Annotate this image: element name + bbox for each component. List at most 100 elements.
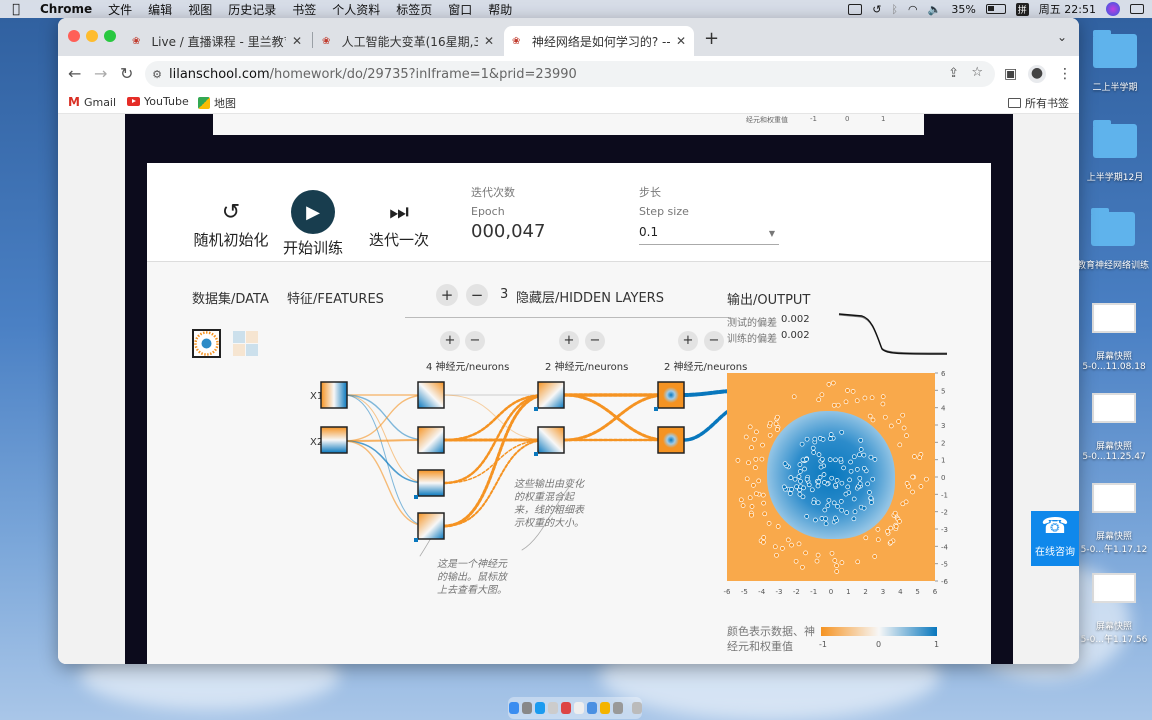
desktop-screenshot[interactable]: 屏幕快照 5-0...11.25.47 xyxy=(1076,393,1152,462)
new-tab-button[interactable]: + xyxy=(704,28,719,49)
safari-icon[interactable] xyxy=(534,702,545,714)
chrome-icon[interactable] xyxy=(599,702,610,714)
data-point xyxy=(809,487,815,493)
app-icon[interactable] xyxy=(560,702,571,714)
battery-icon[interactable] xyxy=(985,4,1006,14)
close-tab-icon[interactable]: ✕ xyxy=(676,34,686,48)
menu-bookmarks[interactable]: 书签 xyxy=(284,1,324,18)
bookmark-maps[interactable]: 地图 xyxy=(198,95,236,111)
x-tick-label: -3 xyxy=(776,588,783,596)
step-button[interactable]: ⏭ 迭代一次 xyxy=(363,197,435,250)
close-window-button[interactable] xyxy=(68,30,80,42)
data-point xyxy=(798,478,803,484)
close-tab-icon[interactable]: ✕ xyxy=(484,34,494,48)
minimize-window-button[interactable] xyxy=(86,30,98,42)
bookmark-youtube[interactable]: YouTube xyxy=(127,95,189,108)
app-icon[interactable] xyxy=(573,702,584,714)
add-neuron-layer3-button[interactable]: + xyxy=(678,331,698,351)
launchpad-icon[interactable] xyxy=(521,702,532,714)
screen-mirroring-icon[interactable] xyxy=(848,3,863,15)
tab-live-course[interactable]: ❀ Live / 直播课程 - 里兰教育 - 青 ✕ xyxy=(124,26,310,56)
desktop-folder-label: 上半学期12月 xyxy=(1086,173,1144,183)
app-icon[interactable] xyxy=(547,702,558,714)
neuron-node[interactable] xyxy=(417,469,445,497)
share-icon[interactable]: ⇪ xyxy=(948,66,959,81)
remove-neuron-layer1-button[interactable]: − xyxy=(465,331,485,351)
neuron-node[interactable] xyxy=(537,381,565,409)
forward-button[interactable]: → xyxy=(94,64,107,83)
zoom-window-button[interactable] xyxy=(104,30,116,42)
menu-profile[interactable]: 个人资料 xyxy=(324,1,388,18)
volume-icon[interactable]: 🔈 xyxy=(928,3,942,16)
feature-x1-node[interactable] xyxy=(320,381,348,409)
play-button[interactable]: ▶ 开始训练 xyxy=(277,190,349,258)
neuron-node[interactable] xyxy=(417,426,445,454)
weights-annotation-line: 来，线的粗细表 xyxy=(514,505,584,516)
dataset-xor[interactable] xyxy=(231,329,260,358)
desktop-folder[interactable]: 二上半学期 xyxy=(1078,30,1152,93)
tab-search-chevron-icon[interactable]: ⌄ xyxy=(1057,30,1067,44)
menu-view[interactable]: 视图 xyxy=(180,1,220,18)
side-panel-icon[interactable]: ▣ xyxy=(1004,66,1017,82)
menu-help[interactable]: 帮助 xyxy=(480,1,520,18)
legend-tick: -1 xyxy=(819,640,827,649)
url-host: lilanschool.com xyxy=(169,66,270,82)
dataset-circle[interactable] xyxy=(192,329,221,358)
data-point xyxy=(816,452,822,457)
reload-button[interactable]: ↻ xyxy=(120,64,133,83)
desktop-folder[interactable]: 上半学期12月 xyxy=(1078,120,1152,183)
remove-layer-button[interactable]: − xyxy=(466,284,488,306)
close-tab-icon[interactable]: ✕ xyxy=(292,34,302,48)
apple-menu-icon[interactable]:  xyxy=(0,2,32,17)
back-button[interactable]: ← xyxy=(68,64,81,83)
control-center-icon[interactable] xyxy=(1130,4,1144,14)
neuron-node[interactable] xyxy=(417,512,445,540)
output-heatmap[interactable] xyxy=(727,373,935,581)
online-chat-button[interactable]: ☎ 在线咨询 xyxy=(1031,511,1079,566)
remove-neuron-layer2-button[interactable]: − xyxy=(585,331,605,351)
neuron-node[interactable] xyxy=(417,381,445,409)
input-method-indicator[interactable]: 拼 xyxy=(1015,2,1029,16)
reset-button[interactable]: ↺ 随机初始化 xyxy=(189,197,273,250)
neuron-node[interactable] xyxy=(537,426,565,454)
desktop-folder[interactable]: 教育神经网络训练 xyxy=(1074,208,1152,271)
menu-file[interactable]: 文件 xyxy=(100,1,140,18)
app-icon[interactable] xyxy=(612,702,623,714)
desktop-file-label: 5-0...午1.17.56 xyxy=(1080,635,1148,645)
menu-app-name[interactable]: Chrome xyxy=(32,2,100,16)
profile-avatar[interactable]: ● xyxy=(1028,65,1046,83)
bookmark-gmail[interactable]: M Gmail xyxy=(68,95,116,109)
address-bar[interactable]: ⚙ lilanschool.com/homework/do/29735?inIf… xyxy=(145,61,995,87)
more-menu-icon[interactable]: ⋮ xyxy=(1058,66,1072,82)
menu-history[interactable]: 历史记录 xyxy=(220,1,284,18)
trash-icon[interactable] xyxy=(631,702,642,714)
tab-ai-course[interactable]: ❀ 人工智能大变革(16星期,32课时) ✕ xyxy=(314,26,502,56)
app-icon[interactable] xyxy=(586,702,597,714)
step-size-select[interactable]: 0.1 ▼ xyxy=(639,225,779,245)
site-info-icon[interactable]: ⚙ xyxy=(145,68,169,81)
tab-neural-network[interactable]: ❀ 神经网络是如何学习的? ---- 普 ✕ xyxy=(504,26,694,56)
bookmark-star-icon[interactable]: ☆ xyxy=(971,65,983,80)
menubar-clock[interactable]: 周五 22:51 xyxy=(1039,1,1096,17)
add-neuron-layer1-button[interactable]: + xyxy=(440,331,460,351)
finder-icon[interactable] xyxy=(508,702,519,714)
desktop-screenshot[interactable]: 屏幕快照 5-0...午1.17.56 xyxy=(1076,573,1152,645)
weight-link xyxy=(562,393,669,442)
menu-edit[interactable]: 编辑 xyxy=(140,1,180,18)
remove-neuron-layer3-button[interactable]: − xyxy=(704,331,724,351)
tab-strip: ❀ Live / 直播课程 - 里兰教育 - 青 ✕ ❀ 人工智能大变革(16星… xyxy=(58,18,1079,56)
time-machine-icon[interactable]: ↺ xyxy=(872,3,881,16)
siri-icon[interactable] xyxy=(1106,2,1120,16)
wifi-icon[interactable]: ◠ xyxy=(908,3,918,16)
add-neuron-layer2-button[interactable]: + xyxy=(559,331,579,351)
desktop-screenshot[interactable]: 屏幕快照 5-0...11.08.18 xyxy=(1076,303,1152,372)
desktop-screenshot[interactable]: 屏幕快照 5-0...午1.17.12 xyxy=(1076,483,1152,555)
feature-x2-node[interactable] xyxy=(320,426,348,454)
data-point xyxy=(794,484,799,490)
bookmark-all[interactable]: 所有书签 xyxy=(1008,95,1069,111)
bluetooth-icon[interactable]: ᛒ xyxy=(891,3,898,16)
train-loss-label: 训练的偏差 xyxy=(727,334,777,345)
menu-tabs[interactable]: 标签页 xyxy=(388,1,440,18)
add-layer-button[interactable]: + xyxy=(436,284,458,306)
menu-window[interactable]: 窗口 xyxy=(440,1,480,18)
